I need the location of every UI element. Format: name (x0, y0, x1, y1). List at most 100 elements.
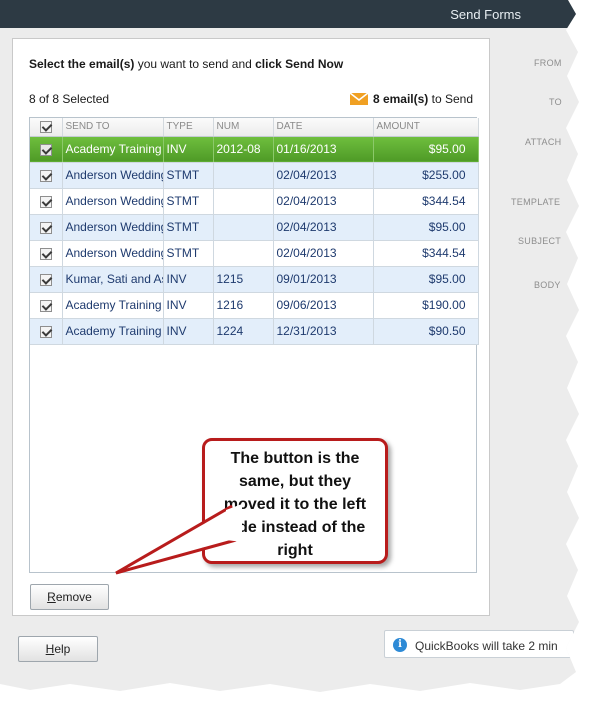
cell-date: 01/16/2013 (273, 136, 374, 163)
cell-amount: $190.00 (373, 292, 479, 319)
table-row[interactable]: Anderson Wedding STMT 02/04/2013 $344.54 (30, 240, 479, 267)
column-header-amount[interactable]: AMOUNT (373, 118, 479, 137)
row-checkbox[interactable] (30, 292, 63, 319)
cell-type: INV (163, 292, 214, 319)
row-checkbox[interactable] (30, 318, 63, 345)
cell-send-to: Anderson Wedding (62, 214, 164, 241)
cell-num: 2012-08 (213, 136, 274, 163)
cell-date: 12/31/2013 (273, 318, 374, 345)
instructions-plain: you want to send and (134, 57, 256, 71)
cell-type: STMT (163, 214, 214, 241)
envelope-icon (349, 93, 368, 105)
table-row[interactable]: Academy Training Center INV 2012-08 01/1… (30, 136, 479, 163)
cell-num: 1215 (213, 266, 274, 293)
field-label-body: BODY (534, 280, 561, 290)
field-label-subject: SUBJECT (518, 236, 562, 246)
row-checkbox[interactable] (30, 266, 63, 293)
cell-num (213, 162, 274, 189)
cell-type: INV (163, 136, 214, 163)
cell-date: 02/04/2013 (273, 162, 374, 189)
cell-amount: $344.54 (373, 240, 479, 267)
checkbox-check-icon (39, 299, 52, 312)
send-count-value: 8 email(s) (372, 92, 429, 106)
annotation-callout: The button is the same, but they moved i… (202, 438, 388, 564)
table-row[interactable]: Academy Training Center INV 1216 09/06/2… (30, 292, 479, 319)
cell-date: 02/04/2013 (273, 240, 374, 267)
cell-num (213, 214, 274, 241)
help-button-label: elp (54, 642, 71, 656)
selected-count: 8 of 8 Selected (29, 92, 110, 106)
cell-send-to: Academy Training Center (62, 136, 164, 163)
send-count-suffix: to Send (428, 92, 473, 106)
instructions-bold-1: Select the email(s) (29, 57, 135, 71)
table-row[interactable]: Anderson Wedding STMT 02/04/2013 $95.00 (30, 214, 479, 241)
checkbox-check-icon (39, 195, 52, 208)
checkbox-check-icon (39, 120, 52, 133)
cell-amount: $95.00 (373, 266, 479, 293)
column-header-num[interactable]: NUM (213, 118, 274, 137)
cell-type: STMT (163, 240, 214, 267)
checkbox-check-icon (39, 325, 52, 338)
send-forms-window: Send Forms Select the email(s) you want … (0, 0, 579, 692)
cell-send-to: Academy Training Center (62, 318, 164, 345)
cell-num (213, 240, 274, 267)
instructions: Select the email(s) you want to send and… (29, 57, 343, 71)
instructions-bold-2: click Send Now (255, 57, 344, 71)
cell-type: INV (163, 266, 214, 293)
status-message: i QuickBooks will take 2 min (384, 630, 574, 658)
cell-type: INV (163, 318, 214, 345)
table-row[interactable]: Kumar, Sati and Associates INV 1215 09/0… (30, 266, 479, 293)
cell-num: 1224 (213, 318, 274, 345)
field-label-template: TEMPLATE (511, 197, 561, 207)
cell-num (213, 188, 274, 215)
checkbox-check-icon (39, 273, 52, 286)
checkbox-check-icon (39, 143, 52, 156)
cell-amount: $344.54 (373, 188, 479, 215)
cell-num: 1216 (213, 292, 274, 319)
send-count: 8 email(s) to Send (349, 92, 473, 106)
column-header-date[interactable]: DATE (273, 118, 374, 137)
email-table: SEND TO TYPE NUM DATE AMOUNT Academy Tra… (30, 118, 479, 345)
cell-date: 02/04/2013 (273, 214, 374, 241)
row-checkbox[interactable] (30, 162, 63, 189)
cell-send-to: Anderson Wedding (62, 240, 164, 267)
row-checkbox[interactable] (30, 240, 63, 267)
cell-amount: $90.50 (373, 318, 479, 345)
cell-send-to: Academy Training Center (62, 292, 164, 319)
field-label-to: TO (549, 97, 562, 107)
table-row[interactable]: Anderson Wedding STMT 02/04/2013 $255.00 (30, 162, 479, 189)
remove-button[interactable]: Remove (30, 584, 109, 610)
checkbox-check-icon (39, 247, 52, 260)
help-button[interactable]: Help (18, 636, 98, 662)
field-label-from: FROM (534, 58, 562, 68)
checkbox-check-icon (39, 221, 52, 234)
status-text: QuickBooks will take 2 min (415, 639, 558, 653)
window-title: Send Forms (450, 7, 521, 22)
row-checkbox[interactable] (30, 136, 63, 163)
info-icon: i (393, 638, 407, 652)
cell-type: STMT (163, 162, 214, 189)
cell-amount: $255.00 (373, 162, 479, 189)
cell-type: STMT (163, 188, 214, 215)
cell-send-to: Anderson Wedding (62, 188, 164, 215)
cell-date: 09/01/2013 (273, 266, 374, 293)
table-row[interactable]: Academy Training Center INV 1224 12/31/2… (30, 318, 479, 345)
column-header-send-to[interactable]: SEND TO (62, 118, 164, 137)
field-label-attach: ATTACH (525, 137, 562, 147)
cell-send-to: Kumar, Sati and Associates (62, 266, 164, 293)
cell-send-to: Anderson Wedding (62, 162, 164, 189)
cell-amount: $95.00 (373, 136, 479, 163)
row-checkbox[interactable] (30, 188, 63, 215)
remove-button-mnemonic: R (47, 590, 56, 604)
header-row: SEND TO TYPE NUM DATE AMOUNT (30, 118, 479, 137)
title-bar: Send Forms (0, 0, 579, 28)
checkbox-check-icon (39, 169, 52, 182)
cell-date: 02/04/2013 (273, 188, 374, 215)
cell-amount: $95.00 (373, 214, 479, 241)
table-row[interactable]: Anderson Wedding STMT 02/04/2013 $344.54 (30, 188, 479, 215)
cell-date: 09/06/2013 (273, 292, 374, 319)
column-header-type[interactable]: TYPE (163, 118, 214, 137)
row-checkbox[interactable] (30, 214, 63, 241)
remove-button-label: emove (55, 590, 92, 604)
select-all-checkbox[interactable] (30, 118, 63, 137)
